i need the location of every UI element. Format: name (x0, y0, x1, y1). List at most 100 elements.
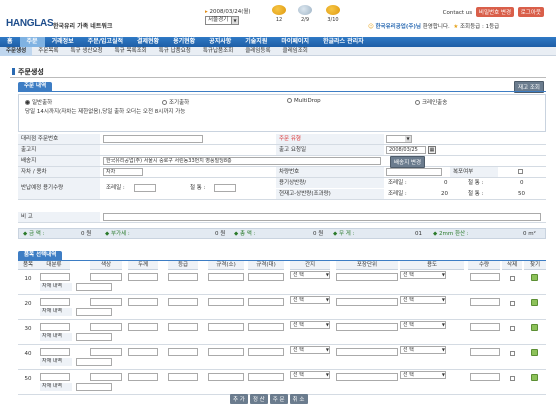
pack-unit-input[interactable] (336, 273, 398, 281)
cell-input[interactable] (128, 348, 158, 356)
cell-input[interactable] (40, 273, 70, 281)
usage-select[interactable]: 선 택 ▼ (400, 321, 446, 329)
pack-unit-input[interactable] (336, 323, 398, 331)
radio-crane[interactable]: 크레인출송 (415, 98, 447, 106)
qty-input[interactable] (470, 373, 500, 381)
spacer-select[interactable]: 선 택 ▼ (290, 296, 330, 304)
iron-input[interactable] (214, 184, 236, 192)
cell-input[interactable] (168, 323, 198, 331)
spacer-select[interactable]: 선 택 ▼ (290, 371, 330, 379)
car-number-select[interactable] (386, 168, 442, 176)
return-checkbox[interactable] (518, 169, 523, 174)
calendar-icon[interactable]: ▦ (428, 146, 436, 154)
pack-unit-input[interactable] (336, 373, 398, 381)
cell-input[interactable] (128, 323, 158, 331)
detail-label[interactable]: 자재 내역 (40, 308, 72, 316)
cell-input[interactable] (90, 373, 122, 381)
nav-mypage[interactable]: 마이페이지 (274, 37, 316, 47)
delete-checkbox[interactable] (510, 326, 515, 331)
subnav-create-order[interactable]: 주문생성 (0, 47, 33, 56)
cell-input[interactable] (40, 298, 70, 306)
usage-select[interactable]: 선 택 ▼ (400, 371, 446, 379)
cell-input[interactable] (90, 273, 122, 281)
qty-input[interactable] (470, 298, 500, 306)
nav-results[interactable]: 주문/입고실적 (81, 37, 130, 47)
nav-tech[interactable]: 기술지원 (238, 37, 274, 47)
cell-input[interactable] (248, 373, 284, 381)
change-password-button[interactable]: 비밀번호 변경 (475, 7, 514, 17)
detail-input[interactable] (76, 283, 112, 291)
contact-link[interactable]: Contact us (443, 10, 473, 16)
cell-input[interactable] (90, 323, 122, 331)
calculate-button[interactable]: 정 산 (249, 394, 268, 404)
cell-input[interactable] (248, 298, 284, 306)
detail-input[interactable] (76, 333, 112, 341)
cell-input[interactable] (248, 323, 284, 331)
usage-select[interactable]: 선 택 ▼ (400, 346, 446, 354)
delete-checkbox[interactable] (510, 276, 515, 281)
add-button[interactable]: 추 가 (230, 394, 248, 404)
nav-admin[interactable]: 한글라스 관리자 (316, 37, 371, 47)
radio-normal[interactable]: 일반출하 (25, 98, 52, 106)
detail-input[interactable] (76, 308, 112, 316)
nav-container[interactable]: 용기현황 (166, 37, 202, 47)
detail-label[interactable]: 자재 내역 (40, 283, 72, 291)
nav-order[interactable]: 주문 (19, 37, 45, 47)
cancel-button[interactable]: 취 소 (289, 394, 308, 404)
crane-input[interactable] (134, 184, 156, 192)
usage-select[interactable]: 선 택 ▼ (400, 271, 446, 279)
cell-input[interactable] (128, 298, 158, 306)
usage-select[interactable]: 선 택 ▼ (400, 296, 446, 304)
subnav-order-list[interactable]: 주문목록 (32, 47, 64, 56)
subnav-special-delivery[interactable]: 특규 납품요청 (153, 47, 197, 56)
spacer-select[interactable]: 선 택 ▼ (290, 271, 330, 279)
cell-input[interactable] (208, 273, 244, 281)
destination-select[interactable]: 한국유리공업(주) 서울시 중로구 서린동33번지 영풍빌딩8층 (103, 157, 381, 165)
detail-label[interactable]: 자재 내역 (40, 333, 72, 341)
detail-label[interactable]: 자재 내역 (40, 358, 72, 366)
cell-input[interactable] (248, 273, 284, 281)
region-select[interactable]: 서울경기 ▼ (205, 16, 239, 25)
radio-early[interactable]: 조기출하 (162, 98, 189, 106)
radio-multidrop[interactable]: MultiDrop (287, 98, 321, 104)
search-icon[interactable] (531, 374, 538, 381)
nav-home[interactable]: 홈 (0, 37, 20, 47)
logout-button[interactable]: 로그아웃 (517, 7, 544, 17)
search-icon[interactable] (531, 274, 538, 281)
cell-input[interactable] (168, 273, 198, 281)
qty-input[interactable] (470, 273, 500, 281)
cell-input[interactable] (208, 323, 244, 331)
spacer-select[interactable]: 선 택 ▼ (290, 346, 330, 354)
subnav-claim-list[interactable]: 클레임조회 (277, 47, 314, 56)
cell-input[interactable] (168, 348, 198, 356)
note-input[interactable] (103, 213, 541, 221)
pack-unit-input[interactable] (336, 298, 398, 306)
car-type-select[interactable]: 자차 (103, 168, 143, 176)
subnav-special-delivery-list[interactable]: 특규납품조회 (197, 47, 239, 56)
cell-input[interactable] (128, 273, 158, 281)
cell-input[interactable] (168, 298, 198, 306)
cell-input[interactable] (40, 323, 70, 331)
qty-input[interactable] (470, 323, 500, 331)
cell-input[interactable] (208, 298, 244, 306)
cell-input[interactable] (248, 348, 284, 356)
detail-input[interactable] (76, 383, 112, 391)
items-tab[interactable]: 품목 선택내역 (18, 251, 63, 260)
cell-input[interactable] (208, 373, 244, 381)
pack-unit-input[interactable] (336, 348, 398, 356)
search-icon[interactable] (531, 324, 538, 331)
subnav-claim-register[interactable]: 클레임등록 (239, 47, 276, 56)
subnav-special-request[interactable]: 특규 생산요청 (65, 47, 109, 56)
hanglas-logo[interactable]: HANGLAS (6, 18, 54, 29)
delete-checkbox[interactable] (510, 301, 515, 306)
request-date-input[interactable]: 2008/03/25 (386, 146, 426, 154)
cell-input[interactable] (168, 373, 198, 381)
cell-input[interactable] (40, 348, 70, 356)
cell-input[interactable] (90, 348, 122, 356)
nav-payment[interactable]: 결제현황 (130, 37, 166, 47)
cell-input[interactable] (208, 348, 244, 356)
cell-input[interactable] (90, 298, 122, 306)
search-icon[interactable] (531, 299, 538, 306)
cell-input[interactable] (128, 373, 158, 381)
order-number-input[interactable] (103, 135, 203, 143)
